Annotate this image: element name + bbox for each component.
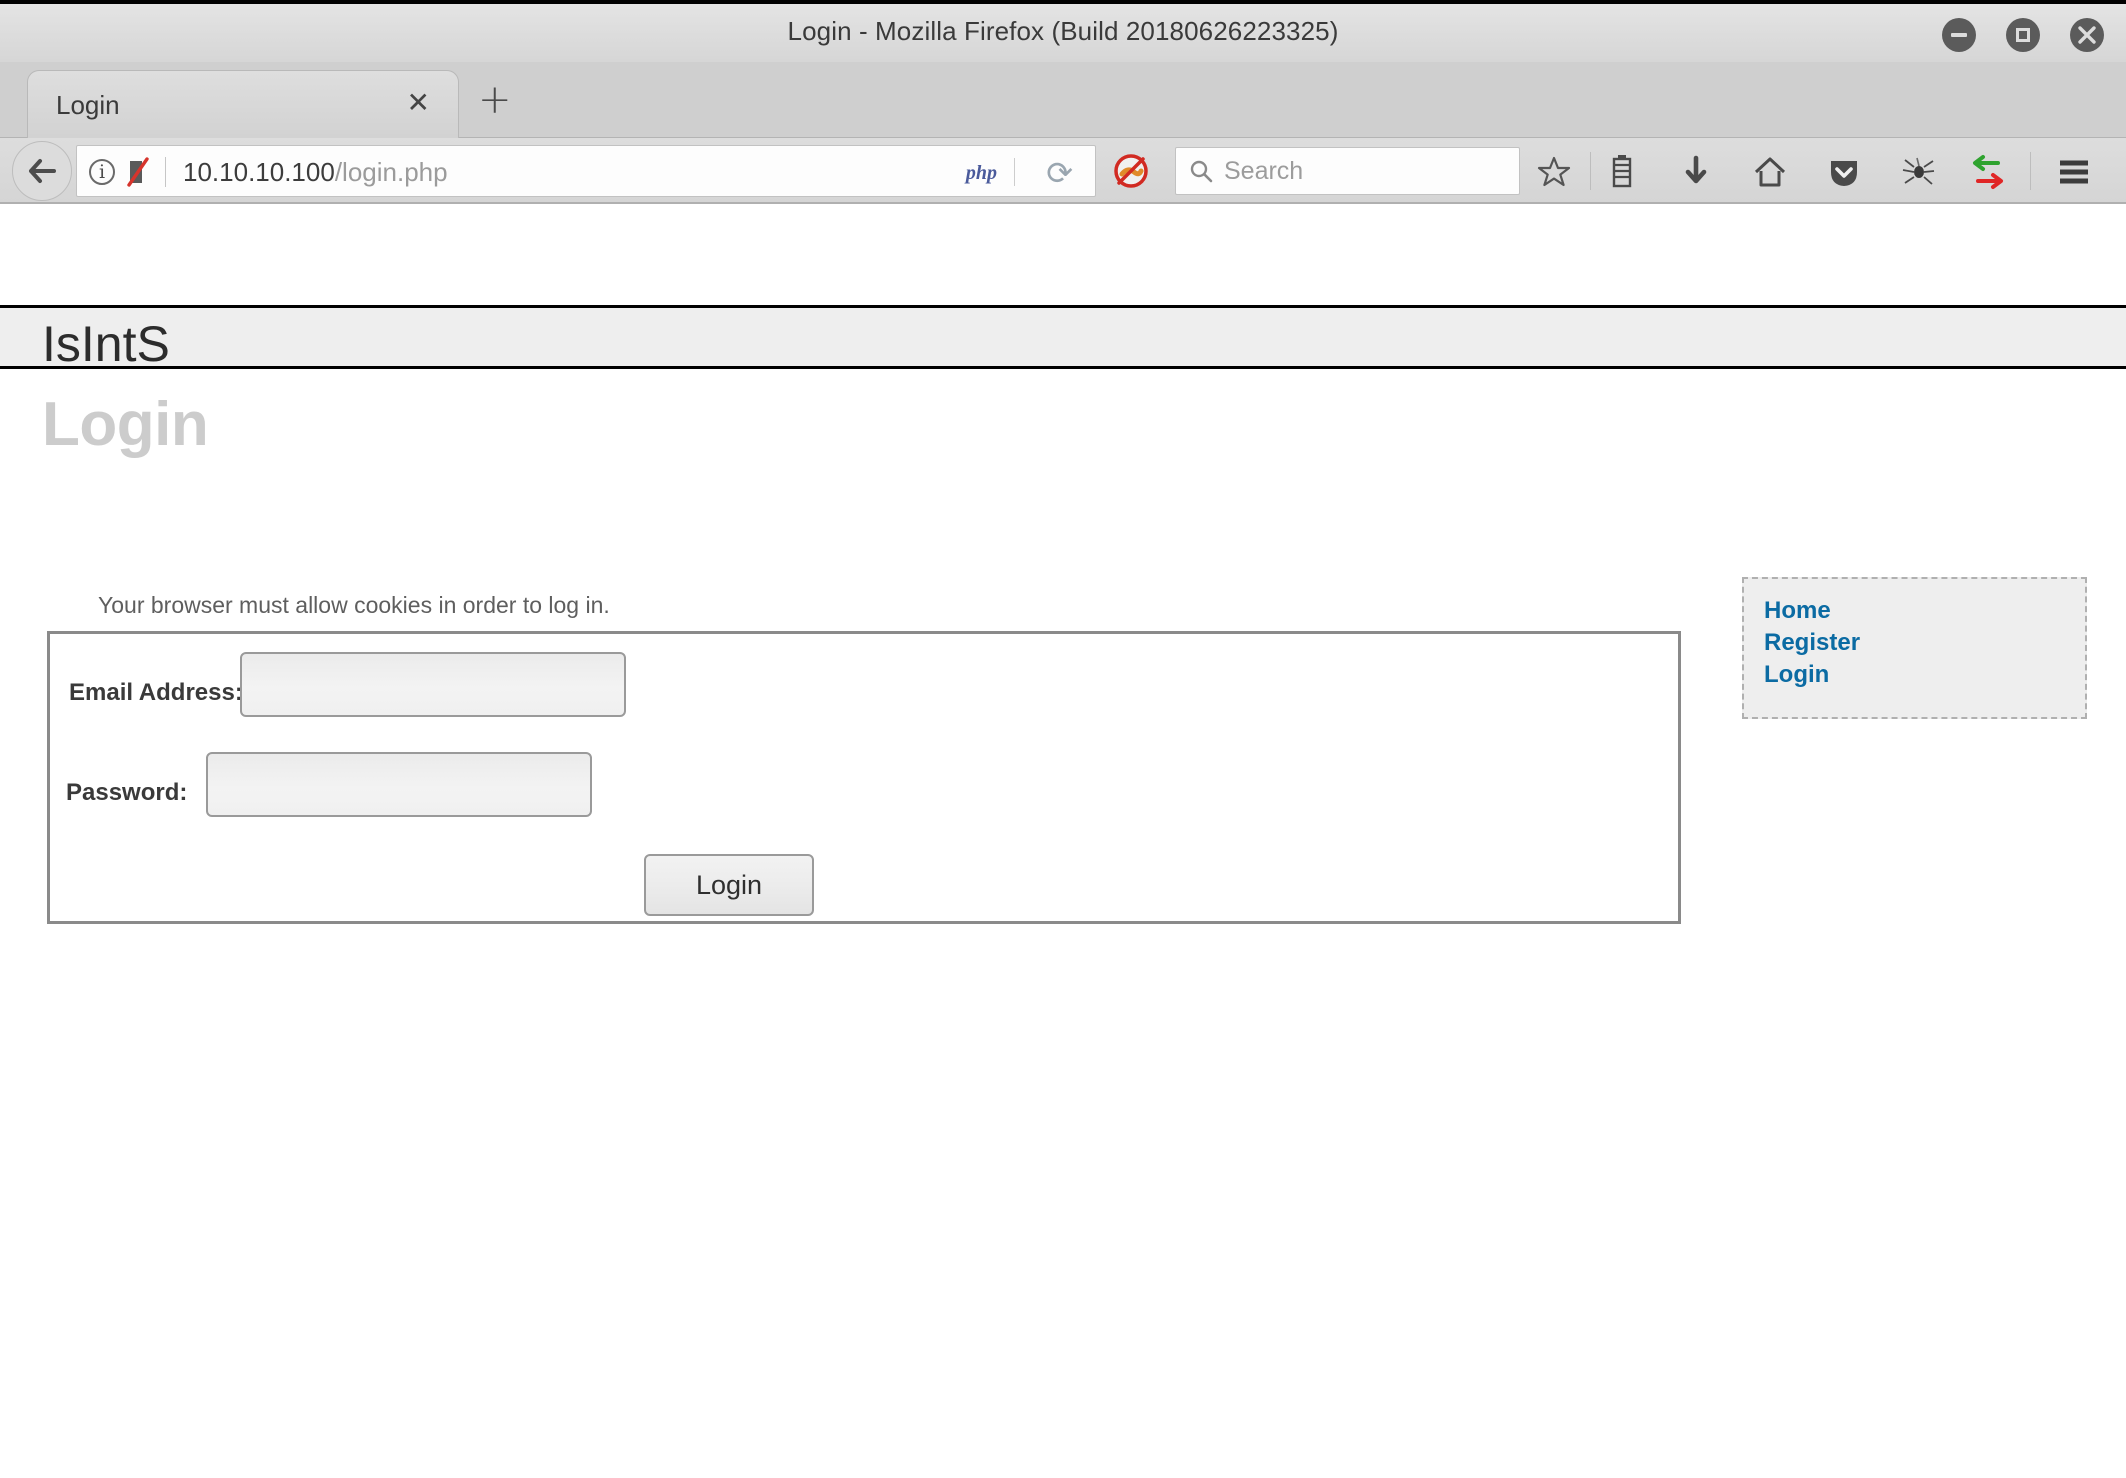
maximize-button[interactable] [2006, 18, 2040, 52]
library-icon[interactable] [1600, 150, 1644, 194]
new-tab-icon[interactable]: + [478, 80, 512, 120]
login-submit-button[interactable]: Login [644, 854, 814, 916]
navigation-toolbar: i 10.10.10.100/login.php php ⟳ Search [0, 138, 2126, 204]
proxy-toggle-icon[interactable] [1966, 150, 2010, 194]
identity-info-icon[interactable]: i [89, 159, 115, 185]
sidebar-link-home[interactable]: Home [1764, 597, 1831, 625]
spider-icon[interactable] [1896, 150, 1940, 194]
noscript-icon[interactable] [1110, 150, 1152, 192]
page-title: Login [42, 390, 209, 459]
password-label: Password: [66, 779, 188, 806]
back-button[interactable] [12, 141, 72, 201]
download-icon[interactable] [1674, 150, 1718, 194]
maximize-icon [2016, 28, 2030, 42]
close-button[interactable] [2070, 18, 2104, 52]
pocket-glyph [1831, 161, 1857, 186]
password-row: Password: [50, 752, 1678, 830]
page-top-spacer [0, 204, 2126, 305]
back-arrow-icon [29, 159, 56, 183]
toolbar-separator [1590, 152, 1591, 190]
menu-icon[interactable] [2052, 150, 2096, 194]
sidebar-link-register[interactable]: Register [1764, 629, 1860, 657]
search-input[interactable]: Search [1224, 157, 1303, 186]
page-viewport: IsIntS Login Your browser must allow coo… [0, 204, 2126, 1478]
close-icon [2078, 26, 2096, 44]
url-path: /login.php [334, 157, 448, 187]
spider-glyph [1902, 157, 1935, 185]
minimize-icon [1951, 33, 1967, 37]
library-glyph [1612, 155, 1632, 188]
email-row: Email Address: [50, 652, 1678, 730]
login-form: Email Address: Password: Login [47, 631, 1681, 924]
cookie-notice: Your browser must allow cookies in order… [98, 592, 610, 618]
home-glyph [1754, 157, 1786, 187]
toolbar-separator-2 [2030, 152, 2031, 190]
sidebar-nav: Home Register Login [1742, 577, 2087, 719]
proxy-arrows-glyph [1973, 155, 2003, 189]
email-label: Email Address: [69, 679, 243, 706]
minimize-button[interactable] [1942, 18, 1976, 52]
site-brand: IsIntS [42, 316, 170, 369]
php-indicator-icon[interactable]: php [966, 162, 997, 185]
url-bar[interactable]: i 10.10.10.100/login.php php ⟳ [76, 145, 1096, 197]
title-bar: Login - Mozilla Firefox (Build 201806262… [0, 0, 2126, 62]
sidebar-link-login[interactable]: Login [1764, 661, 1829, 689]
window-title: Login - Mozilla Firefox (Build 201806262… [787, 16, 1339, 46]
url-separator [165, 157, 166, 187]
tab-login[interactable]: Login ✕ [27, 70, 459, 138]
browser-window: Login - Mozilla Firefox (Build 201806262… [0, 0, 2126, 1478]
hamburger-glyph [2060, 160, 2088, 184]
reload-icon[interactable]: ⟳ [1046, 155, 1073, 191]
site-header-band: IsIntS [0, 305, 2126, 369]
tab-label: Login [56, 90, 120, 120]
tracking-protection-icon[interactable] [125, 157, 151, 187]
pocket-icon[interactable] [1822, 150, 1866, 194]
star-glyph [1537, 156, 1571, 187]
urlbar-separator [1014, 158, 1015, 186]
tab-strip: Login ✕ + [0, 62, 2126, 138]
password-input[interactable] [206, 752, 592, 817]
url-host: 10.10.10.100 [183, 157, 335, 187]
url-text: 10.10.10.100/login.php [183, 157, 448, 188]
tab-close-icon[interactable]: ✕ [407, 89, 430, 117]
search-icon [1190, 160, 1213, 183]
home-icon[interactable] [1748, 150, 1792, 194]
download-glyph [1685, 155, 1707, 184]
search-bar[interactable]: Search [1175, 147, 1520, 195]
bookmark-star-icon[interactable] [1532, 150, 1576, 194]
email-input[interactable] [240, 652, 626, 717]
page-content: Login Your browser must allow cookies in… [0, 369, 2126, 1469]
